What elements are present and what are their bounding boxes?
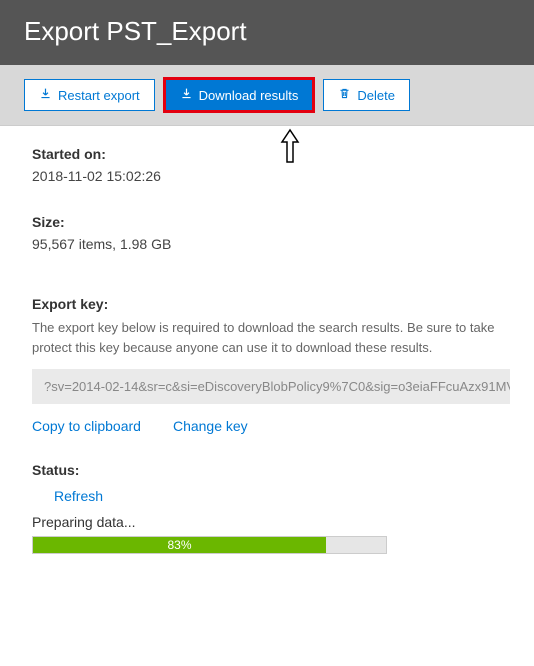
delete-button[interactable]: Delete [323,79,410,111]
arrow-annotation-icon [278,128,302,167]
size-label: Size: [32,214,510,230]
download-icon [180,87,193,103]
dialog-header: Export PST_Export [0,0,534,65]
download-results-button[interactable]: Download results [165,79,314,111]
content-area: Started on: 2018-11-02 15:02:26 Size: 95… [0,126,534,574]
page-title: Export PST_Export [24,16,510,47]
export-key-field[interactable]: ?sv=2014-02-14&sr=c&si=eDiscoveryBlobPol… [32,369,510,404]
started-on-value: 2018-11-02 15:02:26 [32,168,510,184]
button-label: Restart export [58,88,140,103]
button-label: Delete [357,88,395,103]
export-key-label: Export key: [32,296,510,312]
copy-to-clipboard-link[interactable]: Copy to clipboard [32,418,141,434]
progress-bar: 83% [32,536,387,554]
toolbar: Restart export Download results Delete [0,65,534,126]
size-value: 95,567 items, 1.98 GB [32,236,510,252]
button-label: Download results [199,88,299,103]
download-icon [39,87,52,103]
trash-icon [338,87,351,103]
status-label: Status: [32,462,510,478]
change-key-link[interactable]: Change key [173,418,248,434]
restart-export-button[interactable]: Restart export [24,79,155,111]
export-key-description: The export key below is required to down… [32,318,510,357]
key-actions: Copy to clipboard Change key [32,418,510,434]
progress-percent: 83% [167,538,191,552]
status-text: Preparing data... [32,514,510,530]
started-on-label: Started on: [32,146,510,162]
refresh-link[interactable]: Refresh [54,488,103,504]
progress-fill: 83% [33,537,326,553]
